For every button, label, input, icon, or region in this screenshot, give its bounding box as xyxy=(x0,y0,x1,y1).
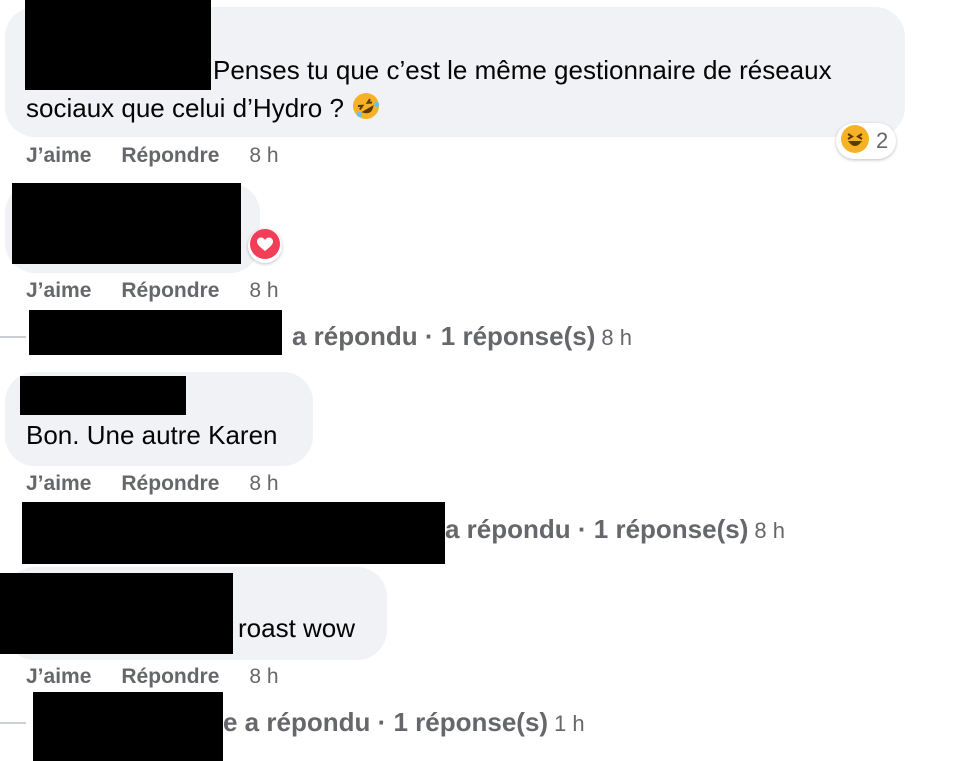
comment-timestamp: 8 h xyxy=(249,279,279,302)
like-button[interactable]: J’aime xyxy=(26,144,91,168)
replies-label: e a répondu · 1 réponse(s) xyxy=(223,707,549,737)
redacted-author xyxy=(33,692,223,761)
comment-actions: J’aime Répondre 8 h xyxy=(26,472,279,496)
like-button[interactable]: J’aime xyxy=(26,665,91,689)
reply-button[interactable]: Répondre xyxy=(121,472,219,496)
thread-connector xyxy=(0,336,26,338)
reaction-count: 2 xyxy=(876,128,889,153)
replies-label: a répondu · 1 réponse(s) xyxy=(445,514,749,544)
thread-connector xyxy=(0,722,26,724)
laugh-reaction-icon xyxy=(840,124,870,159)
heart-reaction[interactable] xyxy=(248,228,282,264)
comment-text: Penses tu que c’est le même gestionnaire… xyxy=(213,55,832,85)
reply-button[interactable]: Répondre xyxy=(121,144,219,168)
comment-actions: J’aime Répondre 8 h xyxy=(26,665,279,689)
comment-text: sociaux que celui d’Hydro ? xyxy=(26,90,381,130)
redacted-author xyxy=(12,183,241,264)
comment-timestamp: 8 h xyxy=(249,472,279,495)
comment-text: Bon. Une autre Karen xyxy=(26,420,278,450)
reply-button[interactable]: Répondre xyxy=(121,665,219,689)
view-replies-link[interactable]: a répondu · 1 réponse(s) 8 h xyxy=(292,321,632,352)
like-button[interactable]: J’aime xyxy=(26,472,91,496)
replies-timestamp: 8 h xyxy=(754,518,785,543)
replies-label: a répondu · 1 réponse(s) xyxy=(292,321,596,351)
replies-timestamp: 8 h xyxy=(601,325,632,350)
comment-actions: J’aime Répondre 8 h xyxy=(26,144,279,168)
reply-button[interactable]: Répondre xyxy=(121,279,219,303)
comment-timestamp: 8 h xyxy=(249,665,279,688)
comment-timestamp: 8 h xyxy=(249,144,279,167)
replies-timestamp: 1 h xyxy=(554,711,585,736)
comment-actions: J’aime Répondre 8 h xyxy=(26,279,279,303)
view-replies-link[interactable]: e a répondu · 1 réponse(s) 1 h xyxy=(223,707,585,738)
redacted-author xyxy=(29,310,282,355)
comment-text: roast wow xyxy=(238,613,356,643)
view-replies-link[interactable]: a répondu · 1 réponse(s) 8 h xyxy=(445,514,785,545)
redacted-author xyxy=(0,573,233,654)
redacted-author xyxy=(22,502,445,564)
redacted-author xyxy=(20,376,186,415)
like-button[interactable]: J’aime xyxy=(26,279,91,303)
reaction-summary[interactable]: 2 xyxy=(836,123,897,159)
rolling-laughing-emoji-icon xyxy=(351,91,381,130)
comment-text-line: sociaux que celui d’Hydro ? xyxy=(26,93,344,123)
heart-icon xyxy=(250,228,280,264)
redacted-author xyxy=(25,0,211,90)
